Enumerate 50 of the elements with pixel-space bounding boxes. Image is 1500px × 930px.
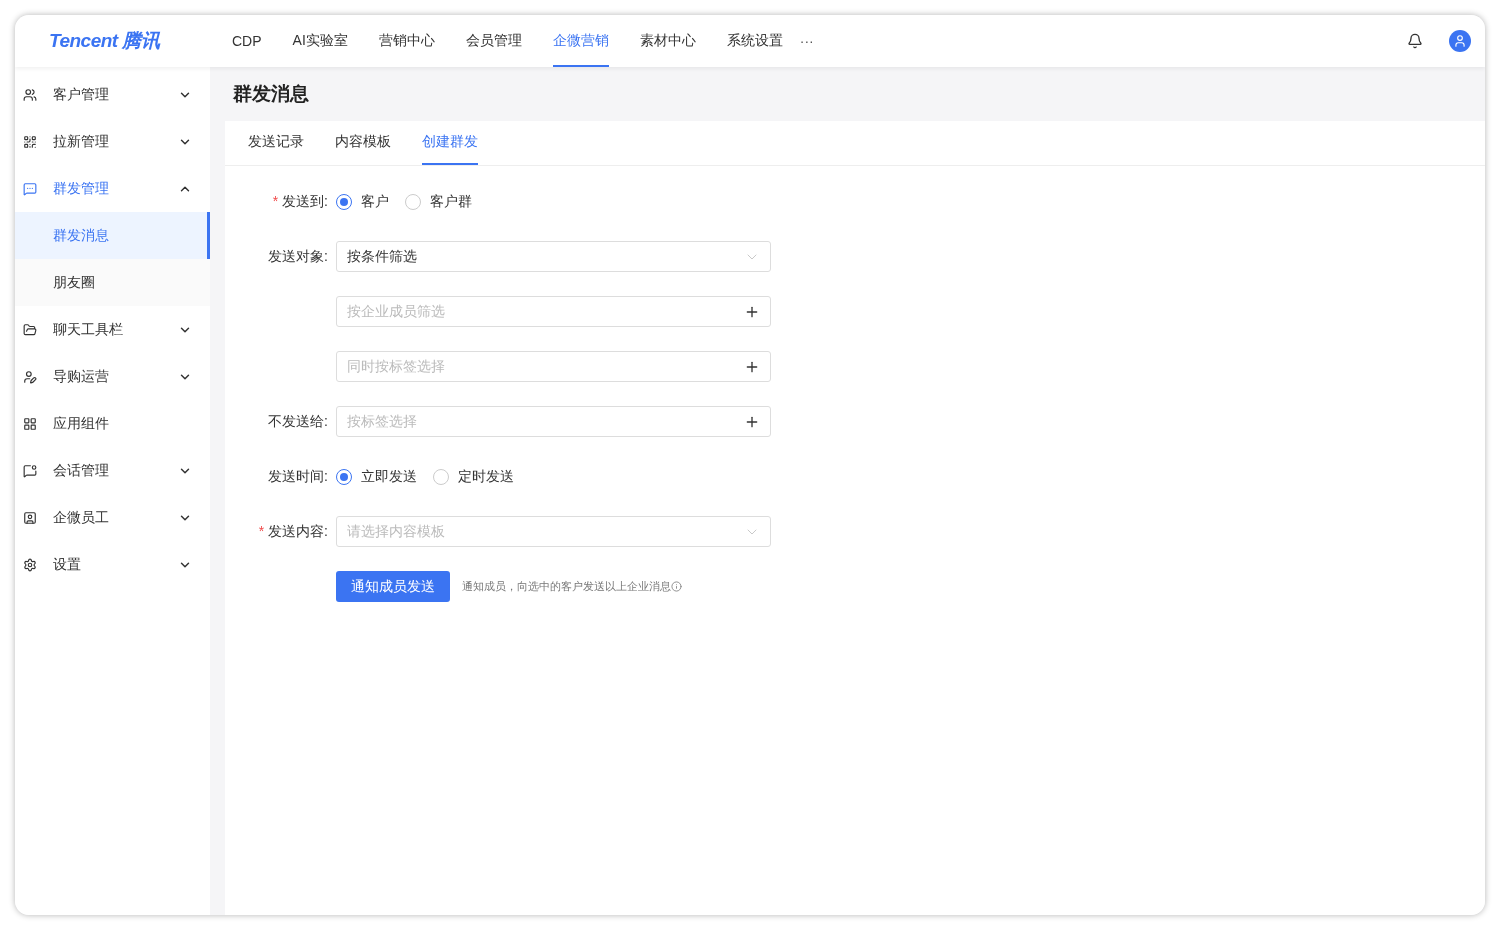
field-label: 发送到:	[282, 192, 328, 209]
sidebar-item[interactable]: 企微员工	[15, 494, 210, 541]
sidebar-item[interactable]: 聊天工具栏	[15, 306, 210, 353]
field-label: 发送对象:	[268, 247, 328, 264]
radio-option[interactable]: 客户	[336, 192, 389, 211]
nav-tab[interactable]: 营销中心	[378, 15, 435, 67]
required-mark: *	[272, 192, 279, 209]
nav-tab[interactable]: 会员管理	[465, 15, 522, 67]
sidebar-subitem[interactable]: 朋友圈	[15, 259, 210, 306]
menu-icon	[23, 87, 37, 102]
more-menu[interactable]: ···	[799, 33, 814, 49]
required-mark: *	[258, 522, 265, 539]
radio-option[interactable]: 客户群	[405, 192, 472, 211]
nav-tab[interactable]: AI实验室	[292, 15, 348, 67]
menu-icon	[23, 369, 37, 384]
select-field[interactable]: 按条件筛选	[336, 241, 771, 272]
menu-icon	[23, 181, 37, 196]
sidebar-item[interactable]: 客户管理	[15, 71, 210, 118]
menu-icon	[23, 416, 37, 431]
sidebar-subitem[interactable]: 群发消息	[15, 212, 210, 259]
notify-button[interactable]: 通知成员发送	[336, 571, 450, 602]
nav-tab[interactable]: 系统设置	[726, 15, 783, 67]
hint-text: 通知成员，向选中的客户发送以上企业消息	[462, 579, 671, 594]
nav-tab[interactable]: CDP	[232, 15, 262, 67]
radio-option[interactable]: 定时发送	[433, 467, 514, 486]
info-icon[interactable]	[671, 581, 682, 592]
menu-icon	[23, 463, 37, 478]
field-label: 发送内容:	[268, 522, 328, 539]
logo[interactable]: Tencent 腾讯	[49, 28, 232, 54]
tab[interactable]: 内容模板	[335, 121, 391, 165]
tab[interactable]: 发送记录	[248, 121, 304, 165]
menu-icon	[23, 510, 37, 525]
user-avatar[interactable]	[1449, 30, 1471, 52]
menu-icon	[23, 134, 37, 149]
nav-tab[interactable]: 素材中心	[639, 15, 696, 67]
sidebar-item[interactable]: 导购运营	[15, 353, 210, 400]
sidebar-item[interactable]: 会话管理	[15, 447, 210, 494]
field-label: 不发送给:	[268, 412, 328, 429]
sidebar-item[interactable]: 设置	[15, 541, 210, 588]
menu-icon	[23, 557, 37, 572]
sidebar-item[interactable]: 群发管理	[15, 165, 210, 212]
menu-icon	[23, 322, 37, 337]
tab[interactable]: 创建群发	[422, 121, 478, 165]
sidebar-item[interactable]: 应用组件	[15, 400, 210, 447]
page-title: 群发消息	[232, 82, 310, 106]
radio-option[interactable]: 立即发送	[336, 467, 417, 486]
bell-icon[interactable]	[1407, 33, 1423, 49]
field-label: 发送时间:	[268, 467, 328, 484]
nav-tab[interactable]: 企微营销	[552, 15, 609, 67]
sidebar-item[interactable]: 拉新管理	[15, 118, 210, 165]
